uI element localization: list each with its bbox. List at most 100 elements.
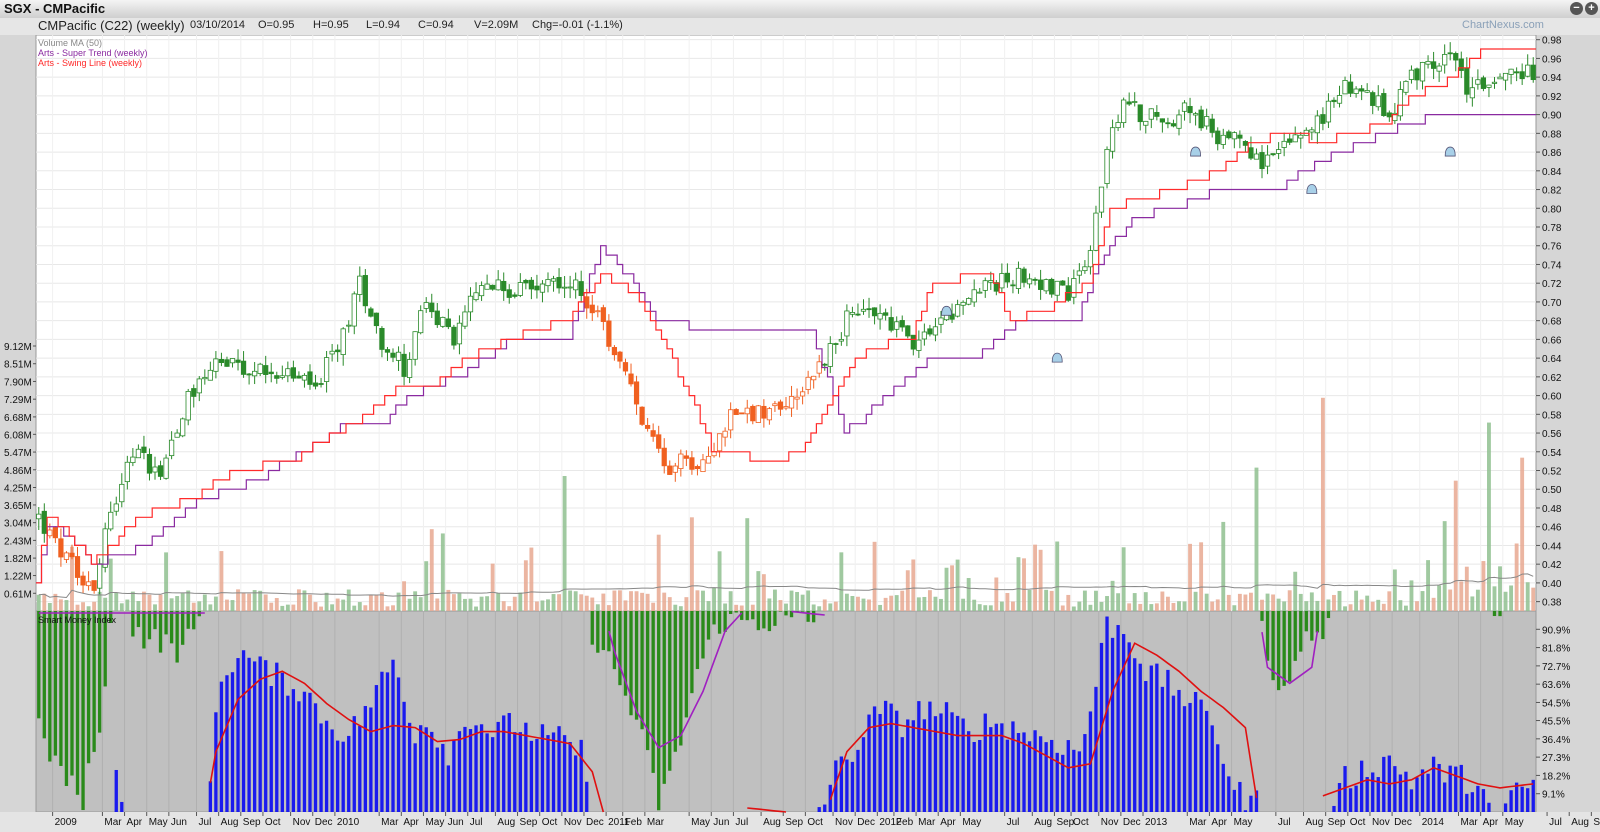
smi-tick-label: 18.2% (1542, 771, 1570, 782)
volume-bar (1249, 592, 1253, 611)
expand-icon[interactable]: + (1585, 2, 1598, 15)
candle-body (1525, 64, 1531, 77)
candle-body (894, 321, 900, 330)
volume-bar (867, 599, 871, 611)
price-tick-label: 0.42 (1542, 560, 1562, 571)
candle-body (905, 325, 911, 337)
smi-bar-positive (1487, 802, 1491, 812)
time-tick-label: Mar (1189, 817, 1207, 828)
smi-bar-negative (812, 611, 816, 623)
smi-bar-negative (1265, 611, 1270, 661)
candle-body (1530, 64, 1536, 81)
volume-bar (258, 590, 263, 611)
quote-open: O=0.95 (258, 19, 295, 31)
candle-body (268, 371, 274, 375)
candle-body (1264, 154, 1271, 167)
volume-bar (916, 597, 921, 611)
volume-bar (1260, 599, 1264, 611)
volume-bar (767, 598, 772, 611)
volume-tick-label: 6.68M (4, 413, 32, 424)
smi-bar-positive (507, 713, 511, 812)
candle-body (174, 432, 180, 438)
candle-body (323, 357, 330, 382)
smi-bar-positive (463, 726, 467, 812)
time-tick-label: Mar (1461, 817, 1479, 828)
smi-bar-positive (446, 765, 451, 812)
candle-body (1403, 80, 1409, 93)
candle-body (467, 295, 474, 313)
candle-body (877, 312, 883, 320)
volume-bar (247, 593, 252, 611)
smi-bar-positive (230, 672, 235, 812)
candle-body (340, 328, 346, 355)
stock-chart[interactable]: 0.98 0.96 0.94 0.92 0.90 0.88 0.86 0.84 0.82 0.80… (0, 35, 1600, 832)
volume-bar (274, 598, 279, 611)
smi-bar-positive (1238, 781, 1242, 812)
smi-bar-positive (419, 725, 423, 812)
candle-body (218, 358, 225, 364)
candle-body (1430, 61, 1437, 69)
time-tick-label: Mar (647, 817, 665, 828)
time-tick-label: Apr (403, 817, 419, 828)
volume-bar (701, 590, 705, 611)
volume-bar (651, 602, 656, 611)
candle-body (1347, 81, 1354, 94)
volume-bar (944, 567, 949, 611)
candle-body (993, 282, 999, 292)
volume-bar (1509, 585, 1514, 611)
candle-body (1336, 95, 1343, 104)
candle-body (1519, 71, 1525, 80)
time-tick-label: Sep (1056, 817, 1074, 828)
candle-body (1104, 148, 1110, 184)
volume-bar (241, 592, 246, 611)
volume-bar (357, 602, 362, 611)
time-tick-label: May (691, 817, 710, 828)
candle-body (899, 320, 905, 328)
candle-body (1054, 280, 1060, 296)
smi-bar-positive (236, 658, 240, 812)
volume-bar (391, 605, 395, 611)
smi-bar-positive (1050, 739, 1054, 812)
price-tick-label: 0.80 (1542, 204, 1562, 215)
smi-bar-positive (1348, 788, 1353, 812)
smi-bar-positive (1044, 742, 1048, 812)
volume-tick-label: 3.65M (4, 501, 32, 512)
volume-tick-label: 5.47M (4, 448, 32, 459)
volume-bar (86, 606, 91, 611)
smi-bar-negative (657, 611, 661, 811)
candle-body (910, 334, 916, 350)
bell-icon (941, 305, 952, 316)
bell-icon (1051, 352, 1063, 363)
smi-bar-positive (120, 801, 124, 812)
smi-bar-positive (850, 761, 855, 812)
volume-bar (1049, 590, 1054, 611)
volume-bar (1082, 590, 1087, 611)
volume-bar (750, 604, 755, 611)
time-tick-label: Oct (807, 817, 823, 828)
candle-body (1026, 278, 1033, 285)
smi-bar-positive (1393, 766, 1397, 812)
candle-body (1408, 69, 1415, 80)
volume-bar (1326, 599, 1331, 611)
price-tick-label: 0.82 (1542, 186, 1562, 197)
volume-bar (634, 591, 639, 611)
candle-body (429, 302, 435, 313)
price-tick-label: 0.46 (1542, 523, 1562, 534)
smi-bar-negative (679, 611, 683, 746)
price-tick-label: 0.68 (1542, 317, 1562, 328)
volume-bar (1143, 592, 1148, 611)
candle-body (1204, 116, 1210, 127)
candle-body (639, 406, 645, 425)
candle-body (545, 279, 551, 287)
volume-bar (451, 594, 456, 611)
smi-bar-positive (878, 713, 882, 812)
volume-bar (402, 581, 407, 611)
smi-bar-positive (269, 686, 273, 812)
volume-bar (939, 598, 943, 611)
smi-bar-negative (640, 611, 644, 730)
time-tick-label: Jul (470, 817, 483, 828)
candle-body (312, 382, 319, 387)
minimize-icon[interactable]: − (1570, 2, 1583, 15)
candle-body (290, 367, 296, 379)
candle-body (384, 349, 391, 353)
